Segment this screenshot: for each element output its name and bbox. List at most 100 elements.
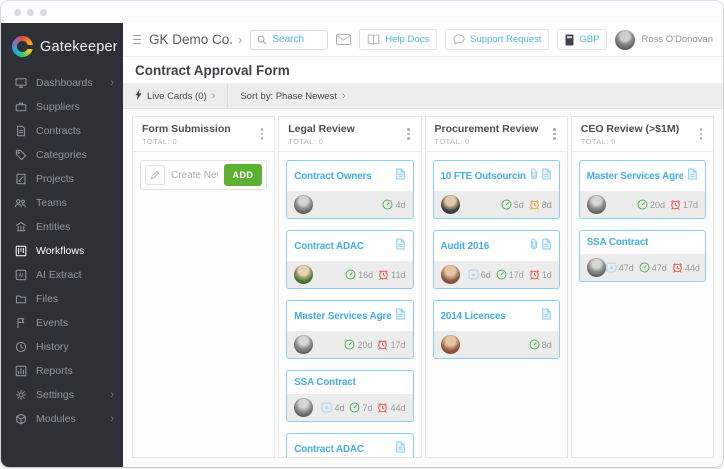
suppliers-icon [14, 101, 27, 113]
metric-value: 47d [618, 262, 634, 273]
brand-name: Gatekeeper [40, 38, 118, 55]
metric-warning: 8d [529, 199, 552, 210]
search-icon [257, 35, 267, 45]
card-attachment-icons [395, 237, 406, 255]
help-docs-button[interactable]: Help Docs [359, 29, 438, 50]
window-dot[interactable] [40, 8, 47, 16]
overdue-icon [672, 262, 683, 273]
sidebar-item-settings[interactable]: Settings › [1, 383, 123, 407]
overdue-icon [378, 269, 389, 280]
sidebar-item-suppliers[interactable]: Suppliers [1, 95, 123, 119]
column-menu-icon[interactable] [405, 126, 412, 142]
sidebar-item-projects[interactable]: Projects [1, 167, 123, 191]
column-header: Legal Review TOTAL: 0 [279, 117, 421, 152]
search-input[interactable] [272, 34, 322, 45]
card-10-fte-outsourcing-staff[interactable]: 10 FTE Outsourcing staff 5d 8d [432, 160, 560, 219]
metric-hold: 4d [321, 402, 344, 413]
currency-selector[interactable]: GBP [557, 29, 608, 50]
card-avatar [440, 265, 460, 284]
card-meta-row: 5d 8d [433, 191, 559, 218]
column-legal-review: Legal Review TOTAL: 0 Contract Owners 4d Con… [278, 116, 422, 458]
card-contract-adac[interactable]: Contract ADAC16d11d [286, 433, 414, 457]
metric-overdue: 11d [378, 269, 406, 280]
sidebar-item-label: History [36, 341, 69, 353]
card-contract-owners[interactable]: Contract Owners 4d [286, 160, 414, 219]
contracts-icon [14, 125, 27, 137]
user-menu[interactable]: Ross O'Donovan [615, 29, 713, 50]
currency-icon [565, 34, 574, 46]
column-menu-icon[interactable] [698, 126, 705, 142]
sidebar-item-modules[interactable]: Modules › [1, 407, 123, 431]
card-ssa-contract[interactable]: SSA Contract 47d 47d 44d [578, 230, 706, 282]
card-title: SSA Contract [586, 237, 649, 248]
window-dot[interactable] [14, 8, 21, 16]
teams-icon [14, 197, 27, 209]
sidebar-item-contracts[interactable]: Contracts [1, 119, 123, 143]
sidebar-item-dashboards[interactable]: Dashboards › [1, 71, 123, 95]
column-title: Legal Review [288, 123, 355, 135]
create-card-input[interactable] [171, 169, 218, 181]
add-button[interactable]: ADD [223, 164, 263, 186]
ontrack-icon [529, 339, 540, 350]
card-title: SSA Contract [294, 377, 356, 388]
card-title-row: Audit 2016 [434, 231, 559, 261]
doc-icon [395, 167, 406, 185]
column-menu-icon[interactable] [551, 126, 558, 142]
sidebar-item-reports[interactable]: Reports [1, 359, 123, 383]
column-total: TOTAL: 0 [288, 137, 324, 146]
card-title-row: 2014 Licences [434, 301, 559, 331]
window-dot[interactable] [27, 8, 34, 16]
card-title-row: SSA Contract [287, 371, 412, 394]
sidebar-item-label: Workflows [36, 245, 85, 257]
menu-icon[interactable] [133, 34, 141, 45]
sidebar-item-files[interactable]: Files [1, 287, 123, 311]
support-request-button[interactable]: Support Request [445, 29, 550, 50]
history-icon [14, 341, 27, 353]
ontrack-icon [496, 269, 507, 280]
company-name: GK Demo Co. [148, 32, 234, 47]
card-meta-row: 8d [433, 331, 559, 358]
sidebar-item-history[interactable]: History [1, 335, 123, 359]
metric-value: 20d [357, 339, 373, 350]
live-cards-toggle[interactable]: Live Cards (0) › [123, 84, 227, 108]
sidebar-item-entities[interactable]: Entities [1, 215, 123, 239]
card-audit-2016[interactable]: Audit 2016 6d 17d 1d [432, 230, 560, 289]
card-2014-licences[interactable]: 2014 Licences 8d [432, 300, 560, 359]
ontrack-icon [345, 269, 356, 280]
card-metrics: 6d 17d 1d [468, 269, 552, 280]
card-attachment-icons [687, 167, 698, 185]
metric-overdue: 44d [377, 402, 406, 413]
column-header: Form Submission TOTAL: 0 [133, 117, 275, 152]
sidebar-item-events[interactable]: Events [1, 311, 123, 335]
card-contract-adac[interactable]: Contract ADAC16d11d [286, 230, 414, 289]
card-title-row: SSA Contract [580, 231, 705, 254]
metric-ontrack: 7d [349, 402, 372, 413]
card-master-services-agreement[interactable]: Master Services Agreement 20d 17d [286, 300, 414, 359]
column-menu-icon[interactable] [259, 126, 266, 142]
sidebar-nav: Dashboards › Suppliers Contracts Categories P… [1, 67, 123, 431]
sidebar-item-teams[interactable]: Teams [1, 191, 123, 215]
sort-by-selector[interactable]: Sort by: Phase Newest › [228, 84, 357, 108]
card-avatar [294, 335, 314, 354]
chevron-right-icon: › [211, 90, 216, 102]
card-avatar [294, 398, 314, 417]
brand-logo[interactable]: Gatekeeper [1, 23, 123, 67]
reports-icon [14, 365, 27, 377]
card-avatar [294, 195, 314, 214]
sidebar-item-ai-extract[interactable]: AI AI Extract [1, 263, 123, 287]
help-docs-label: Help Docs [385, 34, 430, 45]
company-switcher[interactable]: GK Demo Co. › [149, 32, 242, 47]
card-title: Audit 2016 [440, 240, 490, 252]
card-title-row: Master Services Agreement [580, 161, 705, 191]
card-ssa-contract[interactable]: SSA Contract 4d 7d 44d [286, 370, 414, 422]
card-title-row: 10 FTE Outsourcing staff [434, 161, 559, 191]
sidebar-item-categories[interactable]: Categories [1, 143, 123, 167]
card-master-services-agreement[interactable]: Master Services Agreement 20d 17d [578, 160, 706, 219]
metric-ontrack: 4d [382, 199, 406, 210]
card-metrics: 16d 11d [345, 269, 406, 280]
mail-icon[interactable] [336, 34, 352, 45]
sidebar-item-label: Files [36, 293, 59, 305]
sidebar-item-workflows[interactable]: Workflows [1, 239, 123, 263]
sidebar-item-label: Teams [36, 197, 67, 209]
card-meta-row: 20d 17d [579, 191, 705, 218]
